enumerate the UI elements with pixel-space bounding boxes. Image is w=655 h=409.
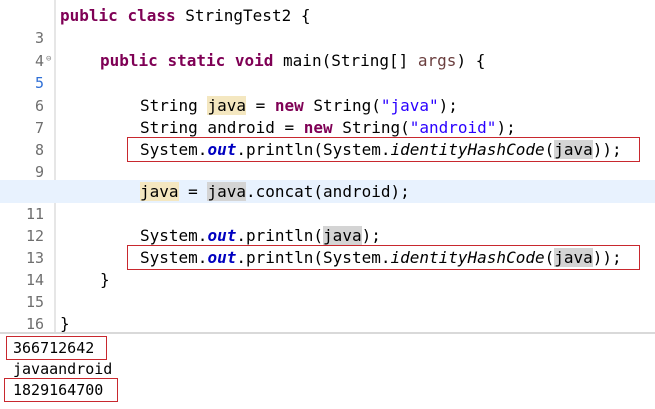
code-line[interactable]: 8 String android = new String("android")…	[0, 116, 655, 159]
code-line[interactable]: 7 String java = new String("java");	[0, 94, 655, 137]
code-text: }	[100, 270, 110, 289]
code-text: System.out.println(java);	[140, 224, 381, 247]
occurrence-highlight: jav	[140, 182, 169, 201]
code-token: =	[178, 182, 208, 201]
code-text: public static void main(String[] args) {	[100, 49, 485, 72]
code-line[interactable]: 5 ⊖ public static void main(String[] arg…	[0, 49, 655, 92]
code-token: );	[361, 226, 381, 245]
code-token: String(	[303, 96, 381, 115]
fold-toggle-icon[interactable]: ⊖	[46, 54, 51, 64]
annotation-box-line-9	[127, 137, 640, 162]
keyword: public	[100, 51, 158, 70]
code-line[interactable]: 13 System.out.println(java);	[0, 224, 655, 267]
occurrence-highlight: java	[207, 182, 246, 201]
code-token: String android =	[140, 118, 304, 137]
parameter: args	[417, 51, 457, 70]
code-token: ) {	[456, 51, 486, 70]
code-token: String(	[332, 118, 410, 137]
string-literal: "java"	[380, 96, 439, 115]
code-text: public class StringTest2 {	[60, 4, 310, 27]
keyword: public	[60, 6, 118, 25]
code-line[interactable]: 4	[0, 27, 655, 70]
string-literal: "android"	[409, 118, 497, 137]
code-line[interactable]: 3 public class StringTest2 {	[0, 4, 655, 47]
code-token: System.	[140, 226, 208, 245]
code-text: String java = new String("java");	[140, 94, 458, 117]
keyword: class	[127, 6, 176, 25]
code-token: String	[140, 96, 208, 115]
occurrence-highlight: java	[323, 226, 362, 245]
occurrence-highlight: java	[207, 96, 246, 115]
annotation-box-output-3	[4, 378, 118, 402]
annotation-box-output-1	[6, 336, 107, 360]
code-line[interactable]: 16	[0, 290, 655, 332]
code-line[interactable]: 6	[0, 72, 655, 115]
console-output[interactable]: 366712642 javaandroid 1829164700	[0, 334, 655, 409]
class-name: StringTest2 {	[175, 6, 311, 25]
code-token: =	[245, 96, 275, 115]
code-text: }	[60, 314, 70, 332]
code-text: String android = new String("android");	[140, 116, 516, 139]
code-line[interactable]: 15 }	[0, 268, 655, 311]
code-token: .println(	[236, 226, 324, 245]
code-token: );	[438, 96, 458, 115]
code-token: .concat(android);	[245, 182, 410, 201]
code-text: java = java.concat(android);	[140, 180, 410, 203]
annotation-box-line-14	[127, 245, 640, 270]
occurrence-highlight: a	[168, 182, 179, 201]
keyword: new	[274, 96, 304, 115]
code-line[interactable]: 17 }	[0, 312, 655, 332]
console-line: javaandroid	[13, 360, 113, 378]
code-token: main(String[]	[273, 51, 418, 70]
code-line-current[interactable]: 11 java = java.concat(android);	[0, 180, 655, 223]
code-line[interactable]: 12	[0, 202, 655, 245]
keyword: static	[167, 51, 226, 70]
code-token: );	[496, 118, 516, 137]
keyword: new	[303, 118, 333, 137]
keyword: void	[234, 51, 274, 70]
static-field: out	[207, 226, 237, 245]
code-editor[interactable]: 3 public class StringTest2 { 4 5 ⊖ publi…	[0, 0, 655, 332]
